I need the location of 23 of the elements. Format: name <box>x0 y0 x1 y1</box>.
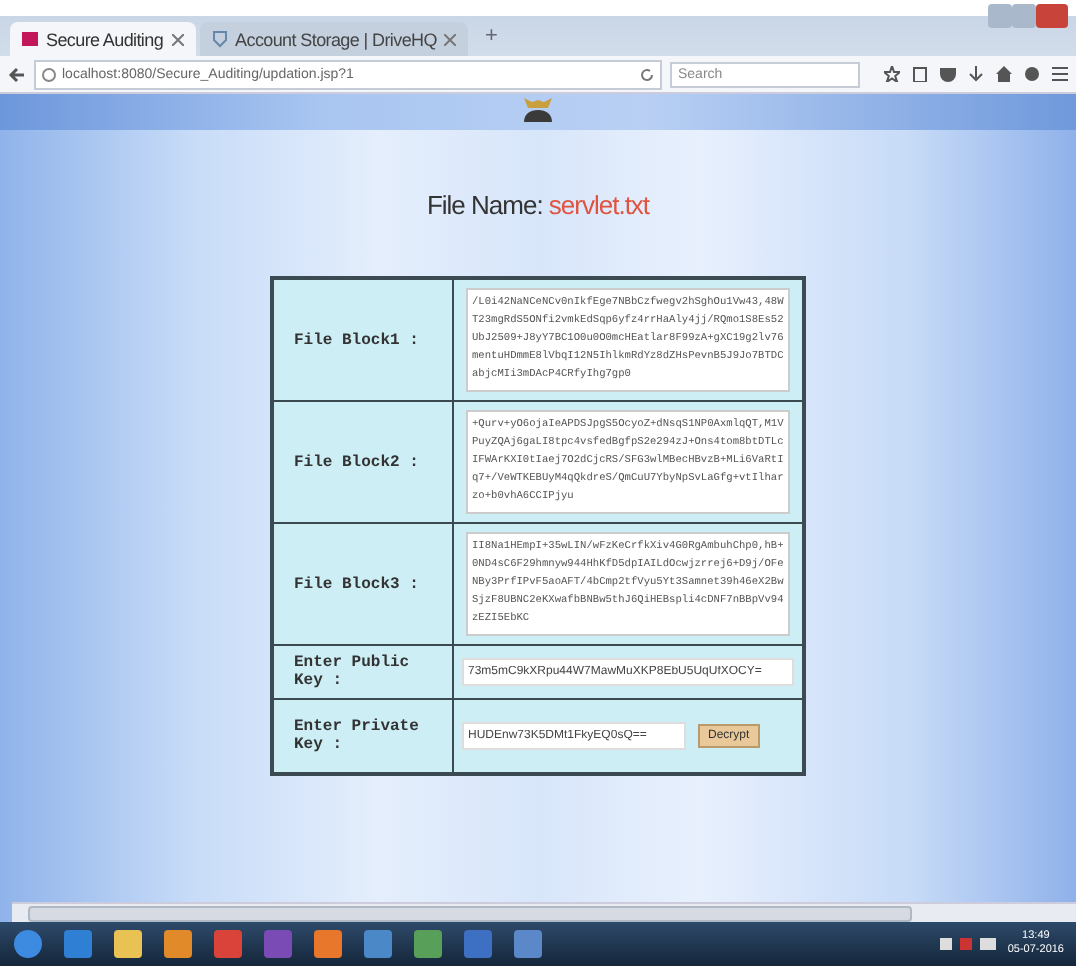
close-icon[interactable] <box>444 33 457 45</box>
shield-icon <box>211 30 228 48</box>
file-name-heading: File Name: servlet.txt <box>426 190 650 220</box>
block-label: File Block3 : <box>272 523 453 645</box>
block-label: File Block2 : <box>272 401 453 523</box>
public-key-label: Enter Public Key : <box>272 645 453 699</box>
reload-icon[interactable] <box>640 67 654 81</box>
user-avatar-icon <box>524 98 552 122</box>
star-icon[interactable] <box>884 66 900 82</box>
globe-icon <box>42 67 56 81</box>
download-icon[interactable] <box>968 66 984 82</box>
start-orb-icon[interactable] <box>12 928 44 960</box>
close-icon[interactable] <box>171 33 184 45</box>
browser-tab[interactable]: Account Storage | DriveHQ <box>199 22 469 56</box>
browser-tab[interactable]: Secure Auditing <box>10 22 196 56</box>
menu-icon[interactable] <box>1052 66 1068 82</box>
horizontal-scrollbar[interactable] <box>12 902 1076 922</box>
page-icon <box>22 32 38 46</box>
back-icon[interactable] <box>8 65 26 83</box>
home-icon[interactable] <box>996 66 1012 82</box>
window-controls-icon[interactable] <box>988 4 1068 30</box>
block-label: File Block1 : <box>272 278 453 401</box>
new-tab-button[interactable]: + <box>472 24 510 48</box>
